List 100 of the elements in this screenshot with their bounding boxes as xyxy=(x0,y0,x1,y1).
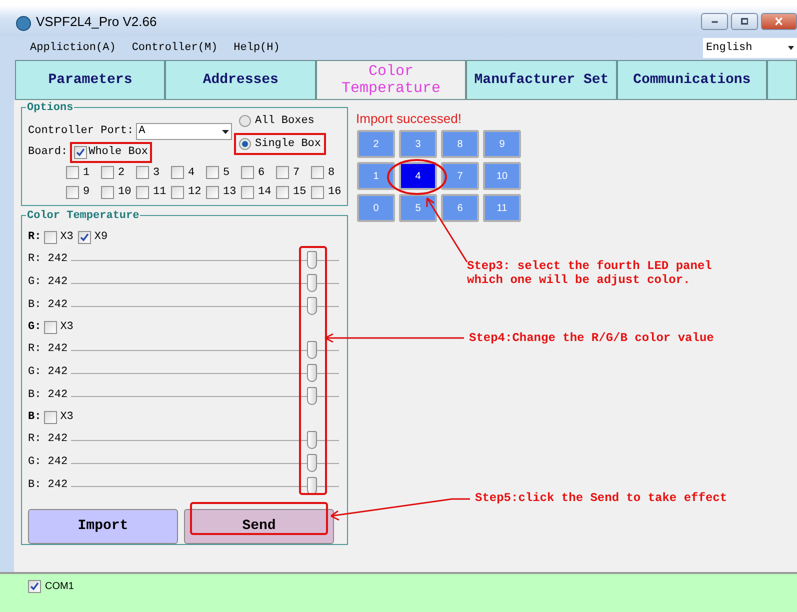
checkbox[interactable] xyxy=(311,186,324,199)
checkbox[interactable] xyxy=(171,166,184,180)
slider-thumb[interactable] xyxy=(307,386,318,404)
slider-thumb[interactable] xyxy=(307,296,318,314)
close-icon xyxy=(775,17,783,26)
checkbox-label: X3 xyxy=(60,410,74,426)
checkbox-label: Whole Box xyxy=(88,145,148,160)
highlight-ellipse xyxy=(387,159,447,195)
send-button[interactable]: Send xyxy=(184,509,334,544)
checkbox[interactable] xyxy=(78,231,92,244)
slider-label: R: 242 xyxy=(28,432,68,448)
slider-label: G: 242 xyxy=(28,275,68,290)
tab[interactable]: Manufacturer Set xyxy=(466,60,617,100)
checkbox[interactable] xyxy=(44,411,58,424)
slider-label: R: 242 xyxy=(28,252,68,268)
checkbox[interactable] xyxy=(136,166,149,180)
slider-label: G: 242 xyxy=(28,455,68,470)
slider-thumb[interactable] xyxy=(307,274,318,292)
checkbox[interactable] xyxy=(66,186,79,199)
annotation-text: Step5:click the Send to take effect xyxy=(475,491,728,505)
close-button[interactable] xyxy=(761,13,797,30)
slider-label: B: 242 xyxy=(28,388,68,404)
group-label: G: xyxy=(28,320,42,336)
caret-icon xyxy=(222,130,229,134)
tab[interactable]: Parameters xyxy=(15,60,166,100)
slider-thumb[interactable] xyxy=(307,364,318,382)
menu-item[interactable]: Controller(M) xyxy=(132,40,218,57)
slider[interactable] xyxy=(71,476,339,494)
checkbox[interactable] xyxy=(101,186,114,199)
checkbox-label: 6 xyxy=(258,166,265,180)
checkbox[interactable] xyxy=(44,321,58,334)
slider[interactable] xyxy=(71,364,339,382)
group-label: B: xyxy=(28,410,42,426)
checkbox-label: 1 xyxy=(83,166,90,180)
checkbox-label: 10 xyxy=(118,185,132,200)
checkbox[interactable] xyxy=(171,186,184,199)
port-select[interactable]: A xyxy=(136,123,232,140)
checkbox-label: 15 xyxy=(293,185,306,200)
checkbox[interactable] xyxy=(44,231,58,244)
tab[interactable] xyxy=(767,60,797,100)
checkbox[interactable] xyxy=(136,186,149,199)
radio-label: Single Box xyxy=(255,136,322,152)
slider-thumb[interactable] xyxy=(307,340,318,358)
checkbox-label: X9 xyxy=(94,230,108,246)
checkbox-label: 4 xyxy=(188,166,195,180)
annotation-text: Step3: select the fourth LED panel which one will be adjust color. xyxy=(467,259,712,287)
tab[interactable]: Addresses xyxy=(165,60,316,100)
checkbox[interactable] xyxy=(28,580,41,593)
checkbox[interactable] xyxy=(206,166,219,180)
radio-button[interactable] xyxy=(239,115,251,128)
slider[interactable] xyxy=(71,274,339,292)
slider[interactable] xyxy=(71,296,339,314)
slider-thumb[interactable] xyxy=(307,250,318,268)
slider-thumb[interactable] xyxy=(307,454,318,472)
maximize-icon xyxy=(740,18,748,25)
checkbox-label: COM1 xyxy=(45,580,74,594)
checkbox[interactable] xyxy=(206,186,219,199)
checkbox[interactable] xyxy=(101,166,114,180)
group-label: R: xyxy=(28,230,42,246)
checkbox-label: 12 xyxy=(188,185,202,200)
checkbox-label: 2 xyxy=(118,166,125,180)
maximize-button[interactable] xyxy=(731,13,758,30)
slider[interactable] xyxy=(71,454,339,472)
checkbox-label: 9 xyxy=(83,185,90,200)
checkbox-label: 11 xyxy=(153,185,166,200)
slider[interactable] xyxy=(71,430,339,448)
checkbox[interactable] xyxy=(66,166,79,180)
checkbox[interactable] xyxy=(276,186,289,199)
checkbox[interactable] xyxy=(276,166,289,180)
minimize-icon xyxy=(710,20,718,22)
field-label: Controller Port: xyxy=(28,124,134,140)
checkbox-label: X3 xyxy=(60,230,74,246)
window-title: VSPF2L4_Pro V2.66 xyxy=(36,12,157,31)
language-select[interactable]: English xyxy=(703,38,797,58)
checkbox[interactable] xyxy=(311,166,324,180)
checkbox[interactable] xyxy=(241,186,254,199)
app-icon xyxy=(16,16,31,31)
checkbox-label: 16 xyxy=(328,185,342,200)
menu-item[interactable]: Help(H) xyxy=(234,40,280,57)
menu-item[interactable]: Appliction(A) xyxy=(30,40,116,57)
slider-thumb[interactable] xyxy=(307,430,318,448)
checkbox[interactable] xyxy=(74,146,87,159)
checkbox[interactable] xyxy=(241,166,254,180)
slider[interactable] xyxy=(71,386,339,404)
import-button[interactable]: Import xyxy=(28,509,178,544)
led-panel-button[interactable]: 4 xyxy=(399,162,437,190)
caret-icon xyxy=(788,46,794,50)
checkbox-label: 7 xyxy=(293,166,300,180)
slider-label: R: 242 xyxy=(28,342,68,358)
arrow xyxy=(426,197,468,263)
tab[interactable]: Communications xyxy=(616,60,768,100)
checkbox-label: 5 xyxy=(223,166,230,180)
checkbox-label: 3 xyxy=(153,166,160,180)
slider[interactable] xyxy=(71,250,339,268)
field-label: Board: xyxy=(28,145,68,160)
slider[interactable] xyxy=(71,340,339,358)
slider-thumb[interactable] xyxy=(307,476,318,494)
status-message: Import successed! xyxy=(356,111,462,127)
radio-label: All Boxes xyxy=(255,114,314,129)
radio-button[interactable] xyxy=(239,138,251,150)
